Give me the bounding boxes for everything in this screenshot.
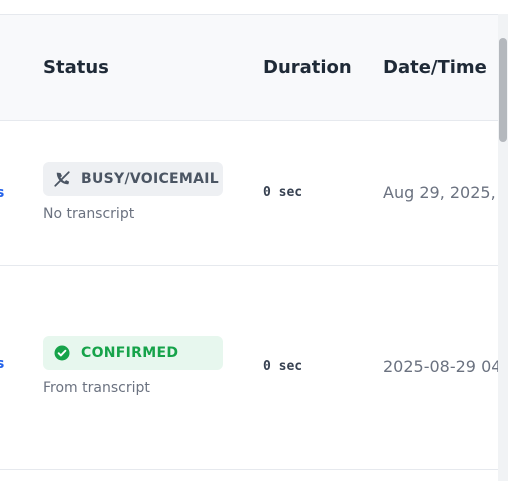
- truncated-cell-edge: s: [0, 356, 4, 372]
- duration-value: 0 sec: [263, 185, 303, 200]
- column-header-duration[interactable]: Duration: [263, 57, 352, 78]
- status-label: BUSY/VOICEMAIL: [81, 171, 220, 187]
- calls-table: Status Duration Date/Time s BUSY/VOICEMA…: [0, 14, 498, 481]
- status-badge-busy-voicemail: BUSY/VOICEMAIL: [43, 162, 223, 196]
- datetime-value: 2025-08-29 04: [383, 357, 498, 376]
- column-header-datetime[interactable]: Date/Time: [383, 57, 487, 78]
- phone-missed-icon: [53, 170, 71, 188]
- check-circle-icon: [53, 344, 71, 362]
- calls-table-viewport: Status Duration Date/Time s BUSY/VOICEMA…: [0, 0, 508, 481]
- table-row[interactable]: s BUSY/VOICEMAIL No transcript 0 sec Aug…: [0, 121, 498, 266]
- scrollbar-thumb[interactable]: [499, 38, 507, 142]
- transcript-note: From transcript: [43, 380, 150, 396]
- status-badge-confirmed: CONFIRMED: [43, 336, 223, 370]
- table-row[interactable]: s CONFIRMED From transcript 0 sec 2025-0…: [0, 266, 498, 470]
- column-header-status[interactable]: Status: [43, 57, 109, 78]
- vertical-scrollbar[interactable]: [498, 14, 508, 481]
- table-header: Status Duration Date/Time: [0, 15, 498, 121]
- transcript-note: No transcript: [43, 206, 135, 222]
- status-label: CONFIRMED: [81, 345, 179, 361]
- duration-value: 0 sec: [263, 359, 303, 374]
- datetime-value: Aug 29, 2025, 1: [383, 183, 498, 202]
- truncated-cell-edge: s: [0, 185, 4, 201]
